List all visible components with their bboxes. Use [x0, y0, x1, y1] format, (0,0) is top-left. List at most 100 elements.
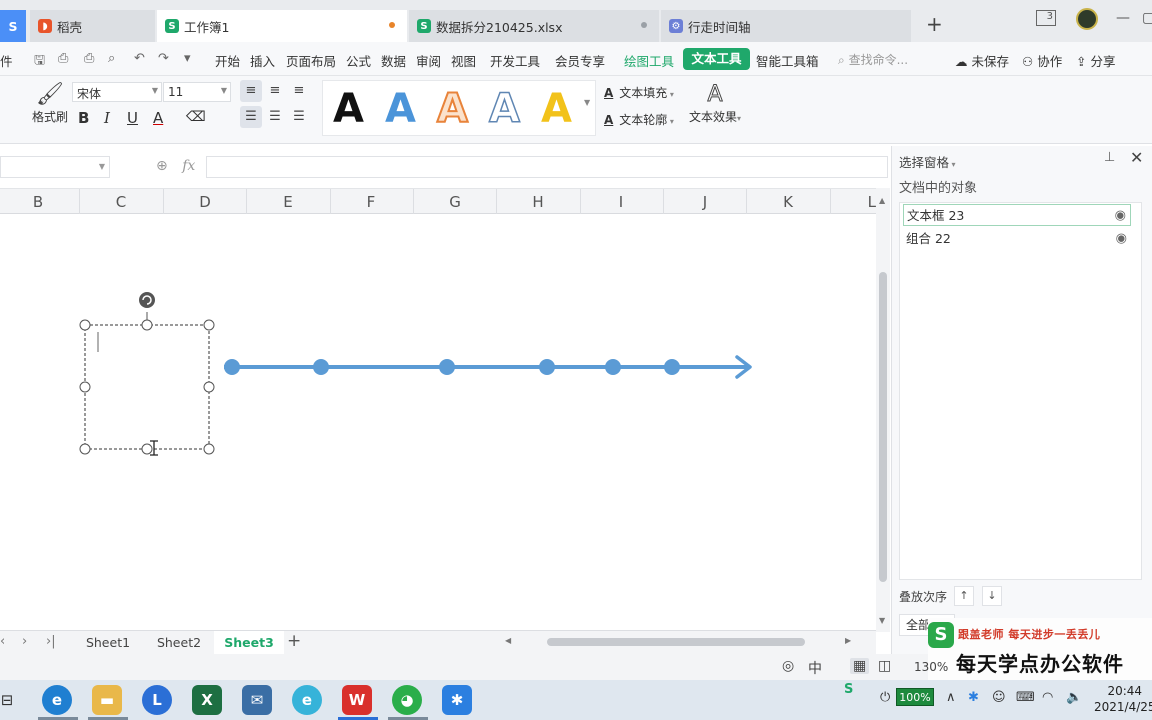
collab-button[interactable]: ⚇ 协作: [1022, 51, 1062, 70]
column-k[interactable]: K: [748, 193, 828, 211]
align-right-icon[interactable]: ☰: [288, 106, 310, 128]
new-tab-button[interactable]: +: [926, 12, 943, 36]
selection-pane-title[interactable]: 选择窗格 ▾: [899, 152, 956, 171]
minimize-icon[interactable]: —: [1116, 10, 1130, 26]
eye-icon[interactable]: ◉: [1116, 228, 1127, 250]
align-left-icon[interactable]: ☰: [240, 106, 262, 128]
add-sheet-button[interactable]: +: [287, 631, 301, 651]
vertical-scrollbar[interactable]: ▲ ▼: [876, 188, 890, 632]
column-l[interactable]: L: [836, 193, 876, 211]
column-i[interactable]: I: [581, 193, 661, 211]
column-j[interactable]: J: [665, 193, 745, 211]
avatar[interactable]: [1076, 8, 1098, 30]
input-method-icon[interactable]: 中: [808, 658, 822, 678]
column-d[interactable]: D: [165, 193, 245, 211]
resize-handle-bottom-left[interactable]: [79, 443, 91, 455]
resize-handle-bottom[interactable]: [141, 443, 153, 455]
sheet-grid[interactable]: [0, 214, 876, 632]
object-item-group[interactable]: 组合 22 ◉: [903, 228, 1131, 250]
column-h[interactable]: H: [498, 193, 578, 211]
close-icon[interactable]: ✕: [1130, 148, 1143, 167]
format-painter-button[interactable]: 🖌 格式刷: [30, 82, 70, 125]
text-outline-button[interactable]: A 文本轮廓 ▾: [604, 111, 674, 128]
resize-handle-top[interactable]: [141, 319, 153, 331]
sheet-tab-sheet2[interactable]: Sheet2: [148, 631, 210, 654]
task-view-icon[interactable]: ⊟: [0, 685, 14, 715]
tab-timeline[interactable]: ⚙ 行走时间轴: [661, 10, 911, 42]
print-preview-icon[interactable]: ⌕: [108, 51, 115, 66]
sheet-last-icon[interactable]: ›|: [46, 634, 56, 649]
align-center-icon[interactable]: ☰: [264, 106, 286, 128]
sheet-tab-sheet3[interactable]: Sheet3: [214, 631, 284, 654]
unsaved-button[interactable]: ☁ 未保存: [955, 51, 1009, 70]
timeline-point[interactable]: [313, 359, 329, 375]
system-clock[interactable]: 20:44 2021/4/25: [1094, 683, 1152, 715]
file-explorer-icon[interactable]: ▬: [92, 685, 122, 715]
resize-handle-bottom-right[interactable]: [203, 443, 215, 455]
object-item-textbox[interactable]: 文本框 23 ◉: [903, 204, 1131, 226]
excel-icon[interactable]: X: [192, 685, 222, 715]
dingtalk-icon[interactable]: ✱: [442, 685, 472, 715]
page-view-icon[interactable]: ◫: [878, 658, 891, 674]
zoom-formula-icon[interactable]: ⊕: [156, 158, 168, 174]
menu-text-tools[interactable]: 文本工具: [683, 48, 750, 70]
keyboard-icon[interactable]: ⌨: [1016, 690, 1035, 705]
sheet-next-icon[interactable]: ›: [22, 634, 27, 649]
selected-textbox[interactable]: [79, 292, 215, 456]
timeline-group[interactable]: [224, 355, 752, 379]
zoom-level[interactable]: 130%: [914, 660, 948, 674]
tab-workbook1[interactable]: S 工作簿1: [157, 10, 407, 42]
column-b[interactable]: B: [0, 193, 78, 211]
maximize-icon[interactable]: ▢: [1142, 10, 1152, 26]
eye-protection-icon[interactable]: ◎: [782, 658, 794, 674]
wifi-icon[interactable]: ◠: [1042, 690, 1053, 705]
italic-button[interactable]: I: [104, 109, 110, 127]
sheet-tab-sheet1[interactable]: Sheet1: [78, 631, 138, 654]
align-middle-icon[interactable]: ≡: [264, 80, 286, 102]
font-size-select[interactable]: 11 ▼: [163, 82, 231, 102]
menu-home[interactable]: 开始: [215, 51, 240, 70]
horizontal-scrollbar[interactable]: ◀ ▶: [503, 635, 857, 649]
eye-icon[interactable]: ◉: [1115, 205, 1126, 227]
browser-icon[interactable]: e: [292, 685, 322, 715]
scroll-up-icon[interactable]: ▲: [879, 196, 885, 205]
menu-developer[interactable]: 开发工具: [490, 51, 540, 70]
underline-button[interactable]: U: [127, 109, 138, 127]
menu-draw-tools[interactable]: 绘图工具: [624, 51, 674, 70]
wordart-style-blue[interactable]: A: [385, 85, 416, 133]
wordart-style-black[interactable]: A: [333, 85, 364, 133]
vertical-scroll-thumb[interactable]: [879, 272, 887, 582]
resize-handle-top-left[interactable]: [79, 319, 91, 331]
menu-page-layout[interactable]: 页面布局: [286, 51, 336, 70]
fx-icon[interactable]: fx: [182, 158, 195, 174]
horizontal-scroll-thumb[interactable]: [547, 638, 805, 646]
scroll-left-icon[interactable]: ◀: [505, 636, 511, 645]
customize-icon[interactable]: ▾: [184, 51, 191, 66]
menu-view[interactable]: 视图: [451, 51, 476, 70]
column-c[interactable]: C: [81, 193, 161, 211]
scroll-down-icon[interactable]: ▼: [879, 616, 885, 625]
share-button[interactable]: ⇪ 分享: [1076, 51, 1115, 70]
rotate-handle-icon[interactable]: [139, 292, 155, 308]
timeline-point[interactable]: [224, 359, 240, 375]
normal-view-icon[interactable]: ▦: [850, 658, 870, 674]
resize-handle-top-right[interactable]: [203, 319, 215, 331]
timeline-point[interactable]: [439, 359, 455, 375]
column-f[interactable]: F: [331, 193, 411, 211]
name-box[interactable]: ▼: [0, 156, 110, 178]
menu-data[interactable]: 数据: [381, 51, 406, 70]
column-g[interactable]: G: [415, 193, 495, 211]
wordart-style-orange-outline[interactable]: A: [436, 85, 469, 133]
wechat-icon[interactable]: ◕: [392, 685, 422, 715]
timeline-point[interactable]: [539, 359, 555, 375]
timeline-point[interactable]: [605, 359, 621, 375]
mail-icon[interactable]: ✉: [242, 685, 272, 715]
lark-app-icon[interactable]: L: [142, 685, 172, 715]
menu-member[interactable]: 会员专享: [555, 51, 605, 70]
tab-wps-home[interactable]: S: [0, 10, 26, 42]
bold-button[interactable]: B: [78, 109, 89, 127]
dingtalk-tray-icon[interactable]: ✱: [968, 690, 979, 705]
move-down-button[interactable]: ↓: [982, 586, 1002, 606]
wordart-style-gold[interactable]: A: [541, 85, 572, 133]
menu-formula[interactable]: 公式: [346, 51, 371, 70]
